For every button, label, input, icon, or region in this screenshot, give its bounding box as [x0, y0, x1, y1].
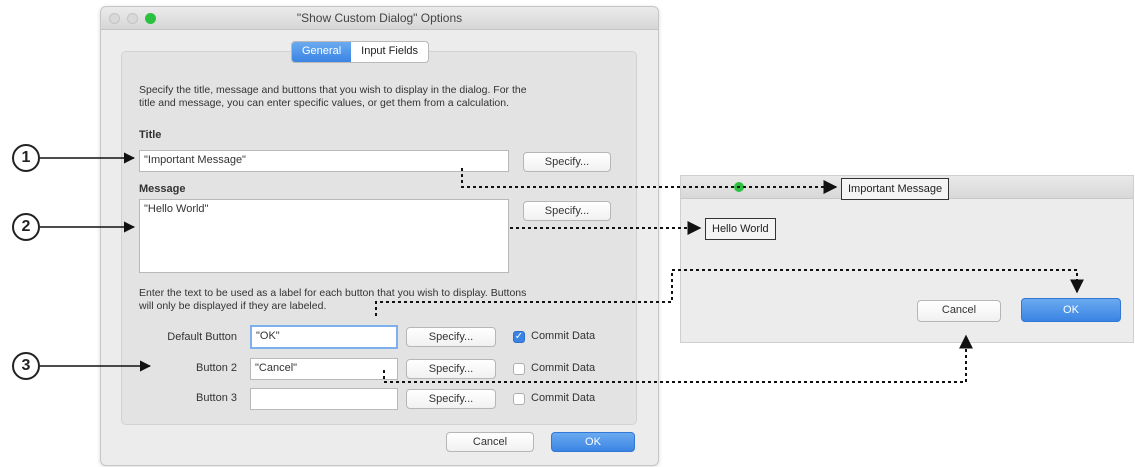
button2-commit-label: Commit Data — [531, 362, 596, 374]
callout-1: 1 — [12, 144, 40, 172]
button3-label: Button 3 — [196, 392, 237, 404]
preview-cancel-button[interactable]: Cancel — [917, 300, 1001, 322]
message-specify-button[interactable]: Specify... — [523, 201, 611, 221]
title-input[interactable]: "Important Message" — [139, 150, 509, 172]
button3-input[interactable] — [250, 388, 398, 410]
dialog-titlebar: "Show Custom Dialog" Options — [101, 7, 658, 30]
button2-commit-checkbox[interactable] — [513, 363, 525, 375]
button2-input[interactable]: "Cancel" — [250, 358, 398, 380]
cancel-button[interactable]: Cancel — [446, 432, 534, 452]
tab-general[interactable]: General — [292, 42, 352, 62]
callout-3: 3 — [12, 352, 40, 380]
ok-button[interactable]: OK — [551, 432, 635, 452]
button2-specify-button[interactable]: Specify... — [406, 359, 496, 379]
title-specify-button[interactable]: Specify... — [523, 152, 611, 172]
message-textarea[interactable]: "Hello World" — [139, 199, 509, 273]
button3-specify-button[interactable]: Specify... — [406, 389, 496, 409]
button3-commit-checkbox[interactable] — [513, 393, 525, 405]
tab-bar: General Input Fields — [291, 41, 430, 63]
intro-text-line2: title and message, you can enter specifi… — [139, 97, 510, 109]
default-button-label: Default Button — [167, 331, 237, 343]
preview-dialog: Important Message Hello World Cancel OK — [680, 175, 1134, 343]
buttons-note-line1: Enter the text to be used as a label for… — [139, 287, 527, 299]
default-button-commit-label: Commit Data — [531, 330, 596, 342]
zoom-icon — [734, 182, 744, 192]
title-label: Title — [139, 129, 162, 141]
preview-title: Important Message — [841, 178, 950, 200]
options-dialog: "Show Custom Dialog" Options General Inp… — [100, 6, 659, 466]
buttons-note-line2: will only be displayed if they are label… — [139, 300, 327, 312]
callout-2: 2 — [12, 213, 40, 241]
tab-input-fields[interactable]: Input Fields — [351, 42, 428, 62]
default-button-commit-checkbox[interactable]: ✓ — [513, 331, 525, 343]
default-button-specify-button[interactable]: Specify... — [406, 327, 496, 347]
preview-ok-button[interactable]: OK — [1021, 298, 1121, 322]
preview-message: Hello World — [705, 218, 776, 240]
button2-label: Button 2 — [196, 362, 237, 374]
button3-commit-label: Commit Data — [531, 392, 596, 404]
dialog-title: "Show Custom Dialog" Options — [296, 11, 463, 25]
default-button-input[interactable]: "OK" — [250, 325, 398, 349]
message-label: Message — [139, 183, 186, 195]
intro-text-line1: Specify the title, message and buttons t… — [139, 84, 527, 96]
